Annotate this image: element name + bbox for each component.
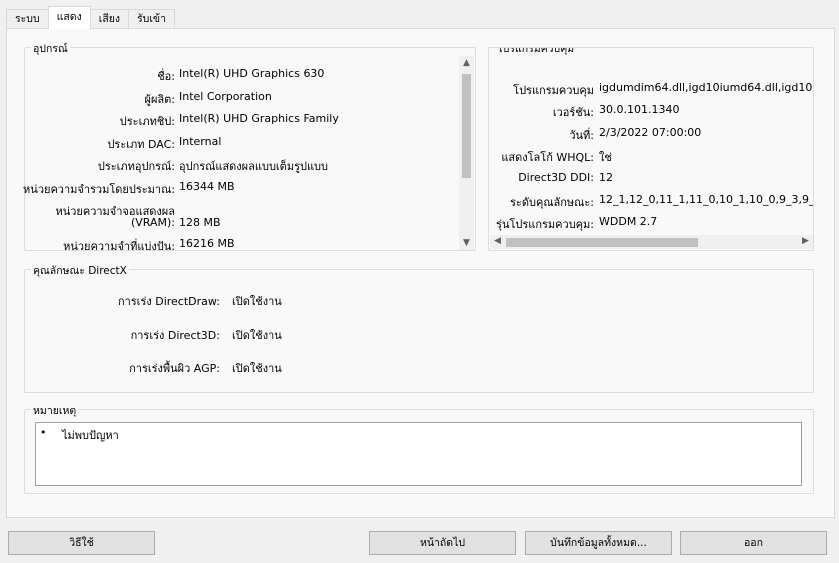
directdraw-row: การเร่ง DirectDraw: — [25, 292, 220, 308]
tab-system[interactable]: ระบบ — [6, 9, 49, 29]
device-group-title: อุปกรณ์ — [31, 40, 70, 57]
driver-row-model: รุ่นโปรแกรมควบคุม: — [489, 215, 594, 231]
device-row-manufacturer: ผู้ผลิต: — [25, 90, 175, 106]
driver-ddi-value: 12 — [599, 171, 613, 184]
driver-version-label: เวอร์ชัน: — [552, 106, 594, 119]
driver-ddi-label: Direct3D DDI: — [518, 171, 594, 184]
display-tab-panel: อุปกรณ์ ชื่อ: Intel(R) UHD Graphics 630 … — [6, 28, 835, 518]
driver-row-files: โปรแกรมควบคุม — [489, 81, 594, 97]
directdraw-label: การเร่ง DirectDraw: — [117, 295, 220, 308]
driver-whql-value: ใช่ — [599, 151, 612, 164]
driver-row-whql: แสดงโลโก้ WHQL: — [489, 148, 594, 164]
device-shared-memory-value: 16216 MB — [179, 237, 235, 250]
driver-version-value: 30.0.101.1340 — [599, 103, 680, 116]
device-shared-memory-label: หน่วยความจำที่แบ่งปัน: — [63, 240, 175, 251]
drivers-horizontal-scrollbar[interactable]: ◀ ▶ — [490, 235, 813, 249]
driver-date-label: วันที่: — [569, 129, 594, 142]
driver-feature-levels-label: ระดับคุณลักษณะ: — [510, 196, 594, 209]
device-scrollbar-thumb[interactable] — [462, 74, 471, 178]
device-row-total-memory: หน่วยความจำรวมโดยประมาณ: — [23, 180, 175, 196]
device-row-chip-type: ประเภทชิป: — [25, 112, 175, 128]
device-manufacturer-label: ผู้ผลิต: — [144, 93, 175, 106]
driver-model-value: WDDM 2.7 — [599, 215, 658, 228]
notes-textbox[interactable]: • ไม่พบปัญหา — [35, 422, 802, 486]
driver-row-date: วันที่: — [489, 126, 594, 142]
notes-group-title: หมายเหตุ — [31, 402, 79, 419]
exit-button[interactable]: ออก — [680, 531, 827, 555]
drivers-group-title: โปรแกรมควบคุม — [495, 48, 577, 57]
direct3d-row: การเร่ง Direct3D: — [25, 326, 220, 342]
notes-group: หมายเหตุ • ไม่พบปัญหา — [24, 402, 814, 494]
driver-feature-levels-value: 12_1,12_0,11_1,11_0,10_1,10_0,9_3,9_2,9_… — [599, 193, 814, 206]
tab-sound[interactable]: เสียง — [89, 9, 130, 29]
device-chip-type-value: Intel(R) UHD Graphics Family — [179, 112, 339, 125]
next-page-button[interactable]: หน้าถัดไป — [369, 531, 516, 555]
device-row-name: ชื่อ: — [25, 67, 175, 83]
driver-whql-label: แสดงโลโก้ WHQL: — [501, 151, 594, 164]
device-row-vram: (VRAM): — [25, 216, 175, 232]
directx-group-title: คุณลักษณะ DirectX — [31, 262, 129, 279]
device-type-label: ประเภทอุปกรณ์: — [97, 160, 175, 173]
device-manufacturer-value: Intel Corporation — [179, 90, 272, 103]
driver-files-value: igdumdim64.dll,igd10iumd64.dll,igd10iu — [599, 81, 814, 94]
driver-date-value: 2/3/2022 07:00:00 — [599, 126, 702, 139]
driver-model-label: รุ่นโปรแกรมควบคุม: — [496, 218, 594, 231]
device-dac-type-label: ประเภท DAC: — [107, 138, 175, 151]
device-chip-type-label: ประเภทชิป: — [119, 115, 175, 128]
device-total-memory-value: 16344 MB — [179, 180, 235, 193]
drivers-scrollbar-thumb[interactable] — [506, 238, 698, 247]
scroll-left-arrow-icon[interactable]: ◀ — [490, 236, 505, 246]
direct3d-label: การเร่ง Direct3D: — [130, 329, 220, 342]
driver-files-label: โปรแกรมควบคุม — [513, 84, 594, 97]
device-row-dac-type: ประเภท DAC: — [25, 135, 175, 151]
driver-row-ddi: Direct3D DDI: — [489, 171, 594, 187]
help-button[interactable]: วิธีใช้ — [8, 531, 155, 555]
scroll-up-arrow-icon[interactable]: ▲ — [459, 58, 474, 68]
directdraw-value: เปิดใช้งาน — [232, 295, 282, 308]
device-total-memory-label: หน่วยความจำรวมโดยประมาณ: — [23, 183, 175, 196]
direct3d-value: เปิดใช้งาน — [232, 329, 282, 342]
device-row-shared-memory: หน่วยความจำที่แบ่งปัน: — [25, 237, 175, 251]
device-group: อุปกรณ์ ชื่อ: Intel(R) UHD Graphics 630 … — [23, 40, 476, 251]
notes-item: ไม่พบปัญหา — [62, 429, 119, 442]
device-vram-label: (VRAM): — [130, 216, 175, 229]
device-name-label: ชื่อ: — [157, 70, 175, 83]
device-vram-value: 128 MB — [179, 216, 221, 229]
bullet-icon: • — [40, 426, 47, 439]
scroll-right-arrow-icon[interactable]: ▶ — [798, 236, 813, 246]
drivers-group: โปรแกรมควบคุม โปรแกรมควบคุม igdumdim64.d… — [488, 47, 814, 251]
save-all-info-button[interactable]: บันทึกข้อมูลทั้งหมด... — [525, 531, 672, 555]
device-dac-type-value: Internal — [179, 135, 222, 148]
tab-strip: ระบบ แสดง เสียง รับเข้า — [6, 6, 175, 29]
tab-input[interactable]: รับเข้า — [128, 9, 175, 29]
scroll-down-arrow-icon[interactable]: ▼ — [459, 238, 474, 248]
driver-row-feature-levels: ระดับคุณลักษณะ: — [489, 193, 594, 209]
agp-row: การเร่งพื้นผิว AGP: — [25, 359, 220, 375]
agp-label: การเร่งพื้นผิว AGP: — [129, 362, 220, 375]
directx-features-group: คุณลักษณะ DirectX การเร่ง DirectDraw: เป… — [24, 262, 814, 393]
device-name-value: Intel(R) UHD Graphics 630 — [179, 67, 325, 80]
agp-value: เปิดใช้งาน — [232, 362, 282, 375]
device-row-device-type: ประเภทอุปกรณ์: — [25, 157, 175, 173]
device-vertical-scrollbar[interactable]: ▲ ▼ — [459, 56, 474, 250]
tab-display[interactable]: แสดง — [47, 6, 91, 29]
device-type-value: อุปกรณ์แสดงผลแบบเต็มรูปแบบ — [179, 160, 329, 173]
driver-row-version: เวอร์ชัน: — [489, 103, 594, 119]
